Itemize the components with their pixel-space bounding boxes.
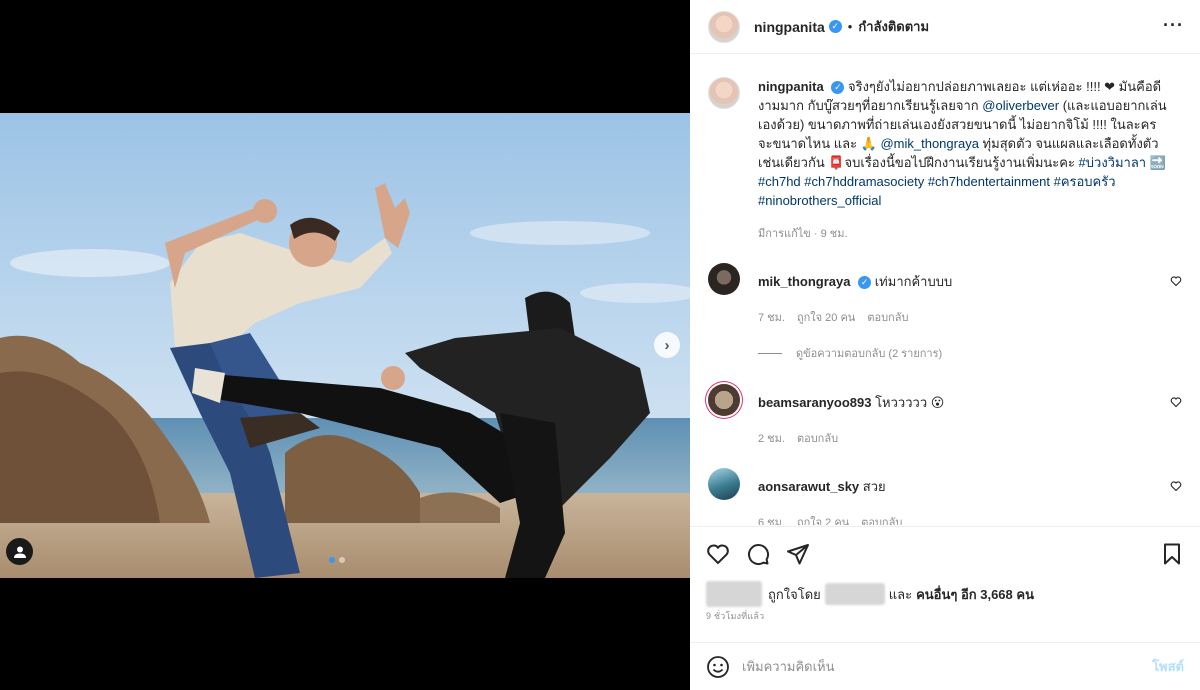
reply-button[interactable]: ตอบกลับ [861,513,902,525]
action-bar [706,527,1184,581]
owner-username[interactable]: ningpanita [754,19,825,35]
owner-avatar[interactable] [708,10,740,43]
post-comment-button[interactable]: โพสต์ [1152,656,1184,677]
user-icon [13,546,26,558]
likes-prefix: ถูกใจโดย [768,586,821,602]
commenter-username[interactable]: aonsarawut_sky [758,479,859,494]
comment-text: โหววววว 😮 [875,395,945,410]
comment: aonsarawut_sky สวย 6 ชม. ถูกใจ 2 คน ตอบก… [706,468,1184,525]
view-replies-label: ดูข้อความตอบกลับ (2 รายการ) [796,348,943,360]
caption-avatar[interactable] [708,77,740,109]
post-sidebar: ningpanita ✓ • กำลังติดตาม ··· ningpanit… [690,0,1200,690]
caption-meta: มีการแก้ไข · 9 ชม. [758,228,848,240]
commenter-avatar[interactable] [708,384,740,416]
tagged-users-button[interactable] [6,538,33,565]
comment-time[interactable]: 7 ชม. [758,308,785,326]
caption-text: ningpanita ✓ จริงๆยังไม่อยากปล่อยภาพเลยอ… [758,77,1168,210]
post-header: ningpanita ✓ • กำลังติดตาม ··· [690,0,1200,54]
comment-input[interactable] [742,659,1153,674]
divider [758,352,782,354]
following-button[interactable]: กำลังติดตาม [858,16,929,37]
view-replies-button[interactable]: ดูข้อความตอบกลับ (2 รายการ) [758,344,1184,362]
carousel-dot [339,557,345,563]
liker-avatar-redacted [706,581,762,607]
media-pane: › [0,0,690,690]
mention-link[interactable]: @oliverbever [982,98,1059,113]
caption: ningpanita ✓ จริงๆยังไม่อยากปล่อยภาพเลยอ… [706,55,1184,210]
commenter-avatar[interactable] [708,263,740,295]
mention-link[interactable]: @mik_thongraya [880,136,978,151]
post-photo[interactable] [0,113,690,578]
post-actions: ถูกใจโดย และ คนอื่นๆ อีก 3,668 คน 9 ชั่ว… [690,526,1200,623]
comment-time[interactable]: 2 ชม. [758,429,785,447]
reply-button[interactable]: ตอบกลับ [797,429,838,447]
bookmark-icon[interactable] [1160,542,1184,566]
comment-composer: โพสต์ [690,642,1200,690]
more-options-icon[interactable]: ··· [1163,15,1184,36]
comment-time[interactable]: 6 ชม. [758,513,785,525]
commenter-avatar[interactable] [708,468,740,500]
liker-name-redacted [824,583,885,605]
likes-summary[interactable]: ถูกใจโดย และ คนอื่นๆ อีก 3,668 คน [706,581,1184,607]
instagram-post-window: › ningpanita ✓ • กำลังติดตาม ··· ningpan… [0,0,1200,690]
comment-likes[interactable]: ถูกใจ 2 คน [797,513,849,525]
like-comment-icon[interactable] [1170,396,1182,408]
commenter-username[interactable]: beamsaranyoo893 [758,395,871,410]
comment: mik_thongraya ✓ เท่มากค้าบบบ 7 ชม. ถูกใจ… [706,263,1184,326]
chevron-right-icon: › [664,336,670,354]
comment-text: สวย [862,479,886,494]
verified-badge-icon: ✓ [858,276,872,290]
likes-others[interactable]: คนอื่นๆ อีก 3,668 คน [916,584,1034,605]
comments-section: ningpanita ✓ จริงๆยังไม่อยากปล่อยภาพเลยอ… [690,55,1200,525]
next-image-button[interactable]: › [654,332,680,358]
fight-scene-image [0,113,690,578]
separator-dot: • [847,19,853,34]
post-timestamp[interactable]: 9 ชั่วโมงที่แล้ว [706,609,1184,623]
verified-badge-icon: ✓ [828,20,842,33]
share-send-icon[interactable] [786,542,810,566]
like-comment-icon[interactable] [1170,275,1182,287]
like-comment-icon[interactable] [1170,480,1182,492]
commenter-username[interactable]: mik_thongraya [758,274,850,289]
comment-text: เท่มากค้าบบบ [874,274,953,289]
like-heart-icon[interactable] [706,542,730,566]
caption-username[interactable]: ningpanita [758,79,824,94]
reply-button[interactable]: ตอบกลับ [867,308,908,326]
comment-bubble-icon[interactable] [746,542,770,566]
verified-badge-icon: ✓ [831,81,845,95]
comment: beamsaranyoo893 โหววววว 😮 2 ชม. ตอบกลับ [706,384,1184,447]
likes-middle: และ [888,586,913,602]
comment-likes[interactable]: ถูกใจ 20 คน [797,308,855,326]
carousel-indicator [329,557,345,563]
carousel-dot-active [329,557,335,563]
emoji-icon[interactable] [706,655,730,679]
